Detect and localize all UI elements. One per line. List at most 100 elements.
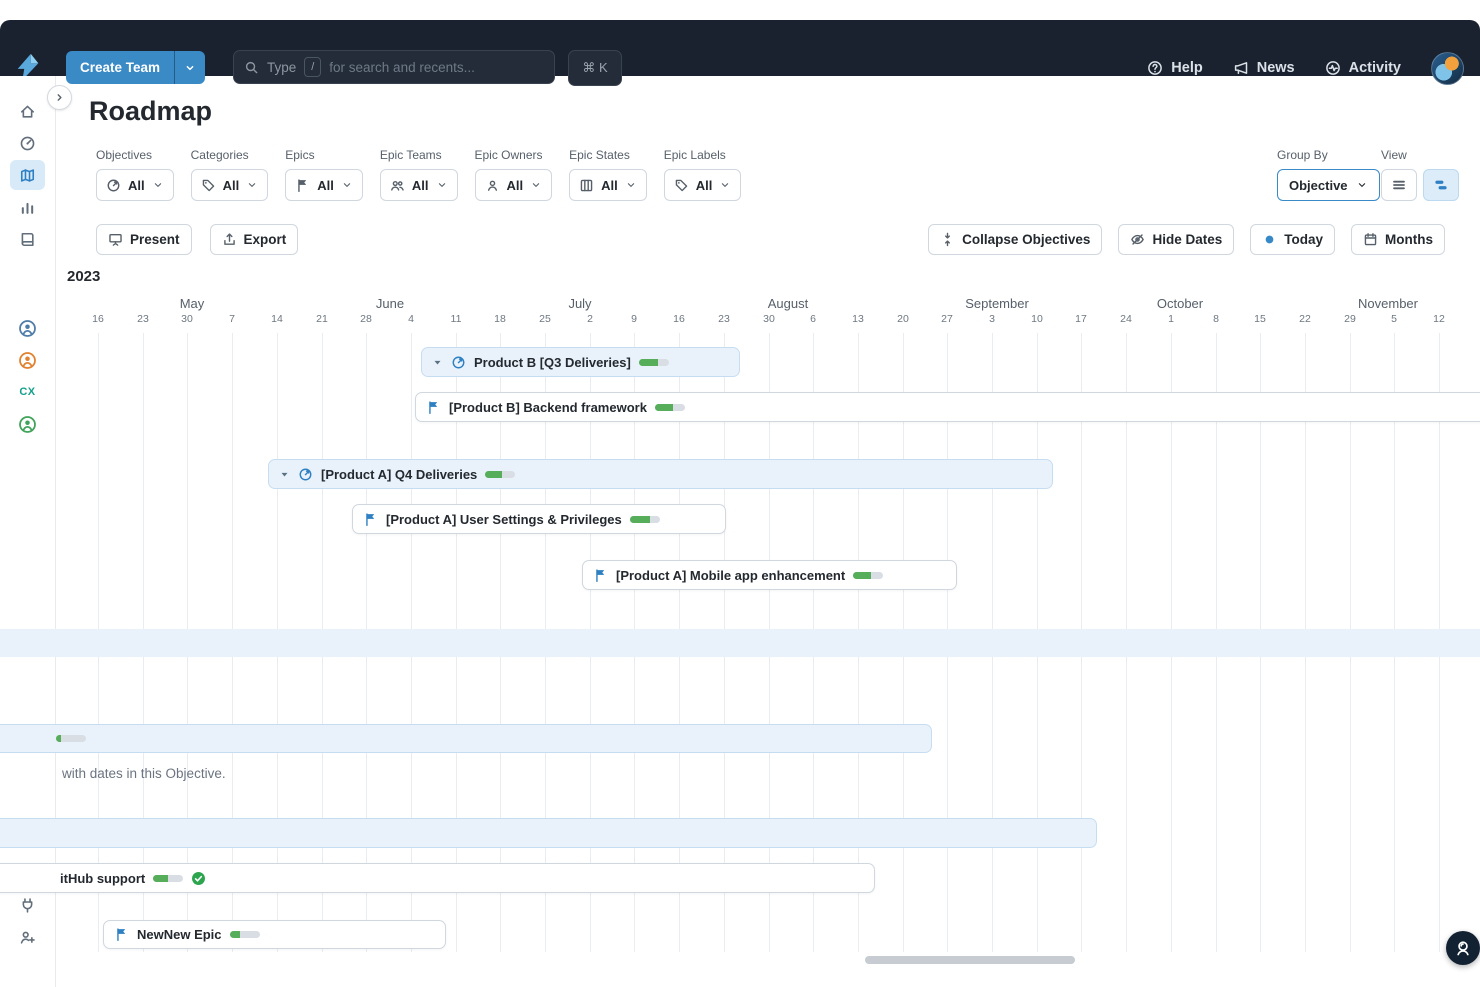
epic-bar[interactable]: NewNew Epic [103, 920, 446, 949]
sidebar-item-integrations[interactable] [10, 890, 45, 920]
topnav-news[interactable]: News [1233, 60, 1295, 76]
present-icon [108, 232, 123, 247]
topnav-label: Activity [1349, 60, 1401, 76]
sidebar-team-1[interactable] [10, 313, 45, 343]
horizontal-scrollbar-thumb[interactable] [865, 956, 1075, 964]
filter-value: All [317, 178, 334, 193]
week-tick: 8 [1213, 313, 1219, 325]
progress-pill [639, 359, 669, 366]
epic-flag-wrap [363, 512, 378, 527]
filter-dropdown-categories[interactable]: All [191, 169, 269, 201]
week-tick: 25 [539, 313, 551, 325]
today-button[interactable]: Today [1250, 224, 1335, 255]
filter-epics: EpicsAll [285, 148, 363, 201]
sidebar-item-home[interactable] [10, 96, 45, 126]
objective-icon-wrap [298, 467, 313, 482]
create-team-dropdown-button[interactable] [174, 51, 205, 84]
epic-flag-wrap [114, 927, 129, 942]
sidebar-item-roadmap[interactable] [10, 160, 45, 190]
search-input[interactable]: Type / for search and recents... [233, 50, 555, 84]
button-label: Present [130, 232, 180, 247]
person-icon [485, 178, 500, 193]
week-tick: 18 [494, 313, 506, 325]
week-tick: 10 [1031, 313, 1043, 325]
button-label: Months [1385, 232, 1433, 247]
group-by-label: Group By [1277, 148, 1380, 162]
progress-fill [655, 404, 673, 411]
check-circle-icon [191, 871, 206, 886]
list-view-icon [1391, 177, 1407, 193]
filter-dropdown-objectives[interactable]: All [96, 169, 174, 201]
app-window: Create Team Type / for search and recent… [0, 0, 1480, 987]
sidebar-expand-button[interactable] [47, 85, 72, 110]
week-tick: 24 [1120, 313, 1132, 325]
month-label-august: August [768, 296, 808, 311]
epic-title: NewNew Epic [137, 927, 222, 942]
objective-bar[interactable] [0, 818, 1097, 848]
avatar-icon [18, 415, 37, 434]
collapse-objectives-button[interactable]: Collapse Objectives [928, 224, 1102, 255]
epic-flag-wrap [426, 400, 441, 415]
create-team-button[interactable]: Create Team [66, 51, 174, 84]
export-button[interactable]: Export [210, 224, 299, 255]
group-by-value: Objective [1289, 178, 1348, 193]
caret-down-icon [1356, 179, 1368, 191]
epic-bar[interactable]: [Product A] User Settings & Privileges [352, 504, 726, 534]
filter-label: Epic States [569, 148, 647, 162]
sidebar-item-sprints[interactable] [10, 128, 45, 158]
months-button[interactable]: Months [1351, 224, 1445, 255]
sidebar-item-insights[interactable] [10, 192, 45, 222]
week-tick: 23 [718, 313, 730, 325]
objective-row-highlight[interactable] [0, 629, 1480, 657]
sidebar-item-reports[interactable] [10, 224, 45, 254]
sidebar-item-invite-user[interactable] [10, 922, 45, 952]
objective-bar[interactable]: [Product A] Q4 Deliveries [268, 459, 1053, 489]
filter-value: All [601, 178, 618, 193]
home-icon [19, 103, 36, 120]
astronaut-fab-button[interactable] [1446, 931, 1480, 965]
filter-value: All [696, 178, 713, 193]
filter-label: Epic Labels [664, 148, 742, 162]
week-tick: 11 [451, 313, 462, 325]
dot-blue-icon [1262, 232, 1277, 247]
epic-bar[interactable]: [Product A] Mobile app enhancement [582, 560, 957, 590]
collapse-chevron[interactable] [279, 469, 290, 480]
export-icon [222, 232, 237, 247]
group-by-select[interactable]: Objective [1277, 169, 1380, 201]
progress-pill [485, 471, 515, 478]
timeline-view-button[interactable] [1423, 169, 1459, 201]
filter-dropdown-epics[interactable]: All [285, 169, 363, 201]
week-tick: 6 [810, 313, 816, 325]
sidebar-team-4[interactable] [10, 409, 45, 439]
filter-dropdown-epic-states[interactable]: All [569, 169, 647, 201]
page-title: Roadmap [89, 96, 212, 127]
hide-dates-button[interactable]: Hide Dates [1118, 224, 1234, 255]
collapse-chevron[interactable] [432, 357, 443, 368]
search-icon [244, 60, 259, 75]
present-button[interactable]: Present [96, 224, 192, 255]
objective-bar[interactable] [0, 724, 932, 753]
epic-bar[interactable]: [Product B] Backend framework [415, 392, 1480, 422]
topnav-activity[interactable]: Activity [1325, 60, 1401, 76]
filter-label: Objectives [96, 148, 174, 162]
progress-pill [230, 931, 260, 938]
epic-bar[interactable]: itHub support [0, 863, 875, 893]
sidebar-team-2[interactable] [10, 345, 45, 375]
objective-icon-wrap [451, 355, 466, 370]
caret-down-icon [246, 179, 258, 191]
filter-dropdown-epic-labels[interactable]: All [664, 169, 742, 201]
list-view-button[interactable] [1381, 169, 1417, 201]
week-tick: 28 [360, 313, 372, 325]
topnav-help[interactable]: Help [1147, 60, 1202, 76]
button-label: Today [1284, 232, 1323, 247]
caret-down-icon [184, 62, 196, 74]
week-tick: 14 [271, 313, 283, 325]
week-tick: 23 [137, 313, 149, 325]
user-avatar[interactable] [1431, 52, 1464, 85]
filter-dropdown-epic-owners[interactable]: All [475, 169, 553, 201]
objective-bar[interactable]: Product B [Q3 Deliveries] [421, 347, 740, 377]
filter-dropdown-epic-teams[interactable]: All [380, 169, 458, 201]
progress-fill [56, 735, 61, 742]
week-tick: 15 [1254, 313, 1266, 325]
sidebar-team-cx[interactable]: CX [10, 377, 45, 407]
